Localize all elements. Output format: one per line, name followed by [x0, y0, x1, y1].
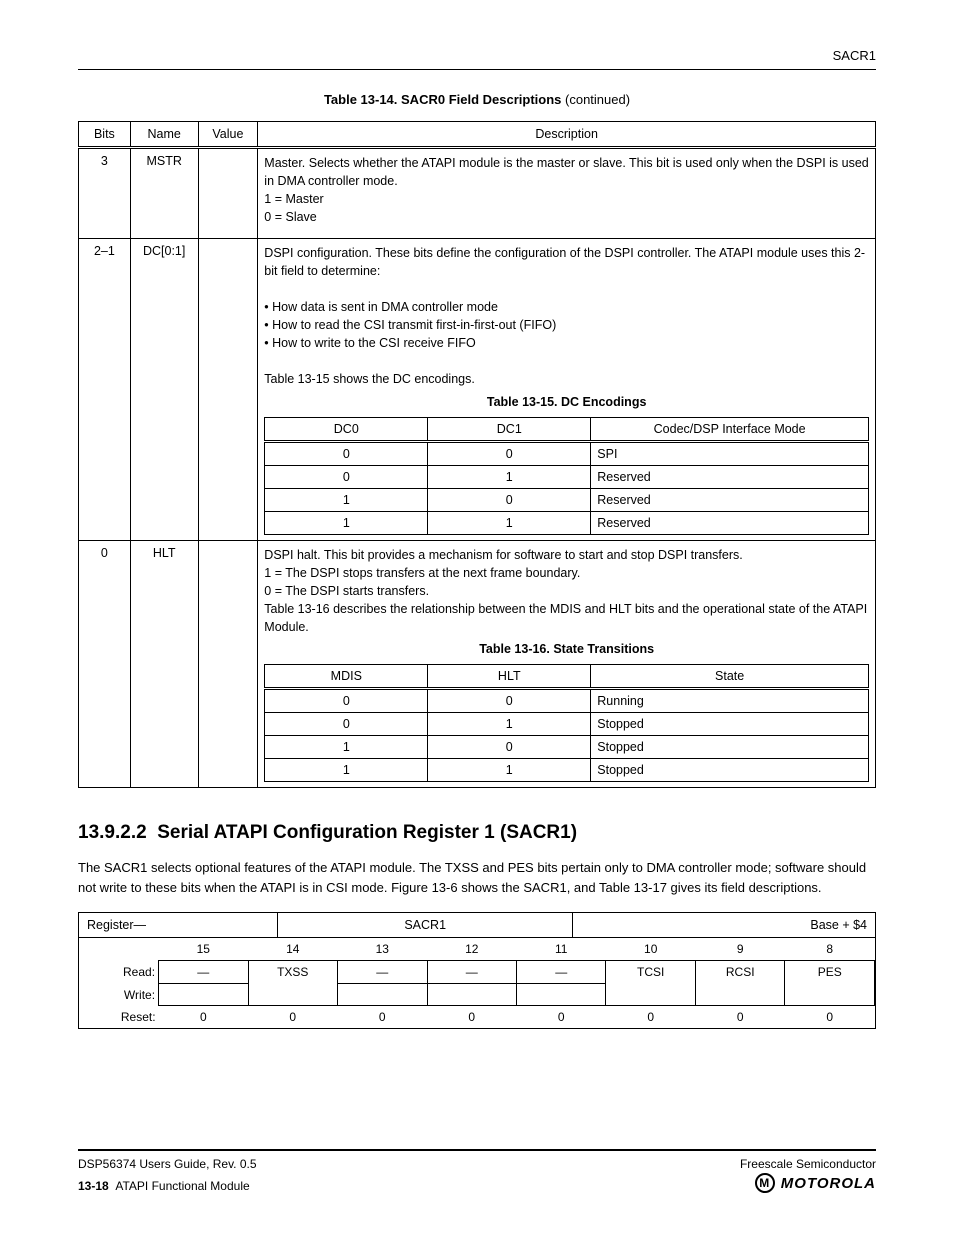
table1-header-row: Bits Name Value Description — [79, 122, 876, 148]
read-row: Read: — TXSS — — — TCSI RCSI PES — [79, 961, 875, 984]
table-row: 01Stopped — [265, 713, 869, 736]
section-paragraph: The SACR1 selects optional features of t… — [78, 858, 876, 898]
header-section-label: SACR1 — [78, 48, 876, 63]
register-table: Register— SACR1 Base + $4 15 14 13 12 11… — [78, 912, 876, 1029]
cell-name: DC[0:1] — [130, 238, 198, 540]
page-footer: DSP56374 Users Guide, Rev. 0.5 Freescale… — [78, 1149, 876, 1193]
cell-name: MSTR — [130, 148, 198, 239]
table-row: 0 HLT DSPI halt. This bit provides a mec… — [79, 540, 876, 788]
cell-desc: Master. Selects whether the ATAPI module… — [258, 148, 876, 239]
subtable-dc-encodings: DC0 DC1 Codec/DSP Interface Mode 00SPI 0… — [264, 417, 869, 535]
motorola-logo-text: MOTOROLA — [781, 1175, 876, 1192]
cell-name: HLT — [130, 540, 198, 788]
table-row: 11Stopped — [265, 759, 869, 782]
table-row: 00SPI — [265, 441, 869, 465]
motorola-logo-icon: M — [755, 1173, 775, 1193]
reset-label: Reset: — [79, 1006, 159, 1029]
subtable-state-transitions: MDIS HLT State 00Running 01Stopped 10Sto… — [264, 664, 869, 782]
footer-page-ref: 13-18 ATAPI Functional Module — [78, 1179, 250, 1193]
read-label: Read: — [79, 961, 159, 984]
subtable-header-row: DC0 DC1 Codec/DSP Interface Mode — [265, 417, 869, 441]
reg-base: Base + $4 — [573, 913, 876, 938]
cell-desc: DSPI configuration. These bits define th… — [258, 238, 876, 540]
table-row: 3 MSTR Master. Selects whether the ATAPI… — [79, 148, 876, 239]
cell-bits: 3 — [79, 148, 131, 239]
th-name: Name — [130, 122, 198, 148]
footer-doc-title: DSP56374 Users Guide, Rev. 0.5 — [78, 1157, 257, 1171]
footer-rule — [78, 1149, 876, 1151]
th-desc: Description — [258, 122, 876, 148]
table-row: 2–1 DC[0:1] DSPI configuration. These bi… — [79, 238, 876, 540]
cell-bits: 2–1 — [79, 238, 131, 540]
reg-name: SACR1 — [278, 913, 573, 938]
cell-bits: 0 — [79, 540, 131, 788]
reset-row: Reset: 0 0 0 0 0 0 0 0 — [79, 1006, 875, 1029]
cell-desc: DSPI halt. This bit provides a mechanism… — [258, 540, 876, 788]
motorola-logo: M MOTOROLA — [755, 1173, 876, 1193]
cell-value — [198, 238, 258, 540]
table-row: 01Reserved — [265, 465, 869, 488]
th-bits: Bits — [79, 122, 131, 148]
cell-value — [198, 540, 258, 788]
table-row: 10Reserved — [265, 488, 869, 511]
table-row: 00Running — [265, 689, 869, 713]
table-row: 10Stopped — [265, 736, 869, 759]
cell-value — [198, 148, 258, 239]
subtable2-title: Table 13-16. State Transitions — [264, 642, 869, 656]
table1: Bits Name Value Description 3 MSTR Maste… — [78, 121, 876, 788]
table1-title: Table 13-14. SACR0 Field Descriptions (c… — [78, 92, 876, 107]
write-label: Write: — [79, 984, 159, 1006]
reg-label-register: Register— — [79, 913, 278, 938]
table-row: 11Reserved — [265, 511, 869, 534]
footer-vendor: Freescale Semiconductor — [740, 1157, 876, 1171]
subtable-header-row: MDIS HLT State — [265, 665, 869, 689]
register-header-row: Register— SACR1 Base + $4 — [79, 913, 876, 938]
section-heading: 13.9.2.2 Serial ATAPI Configuration Regi… — [78, 822, 876, 844]
th-value: Value — [198, 122, 258, 148]
bit-numbers-row: 15 14 13 12 11 10 9 8 — [79, 938, 875, 961]
subtable1-title: Table 13-15. DC Encodings — [264, 395, 869, 409]
register-bits-table: 15 14 13 12 11 10 9 8 Read: — TXSS — — [79, 938, 875, 1028]
header-rule — [78, 69, 876, 70]
register-bits-row: 15 14 13 12 11 10 9 8 Read: — TXSS — — [79, 938, 876, 1029]
